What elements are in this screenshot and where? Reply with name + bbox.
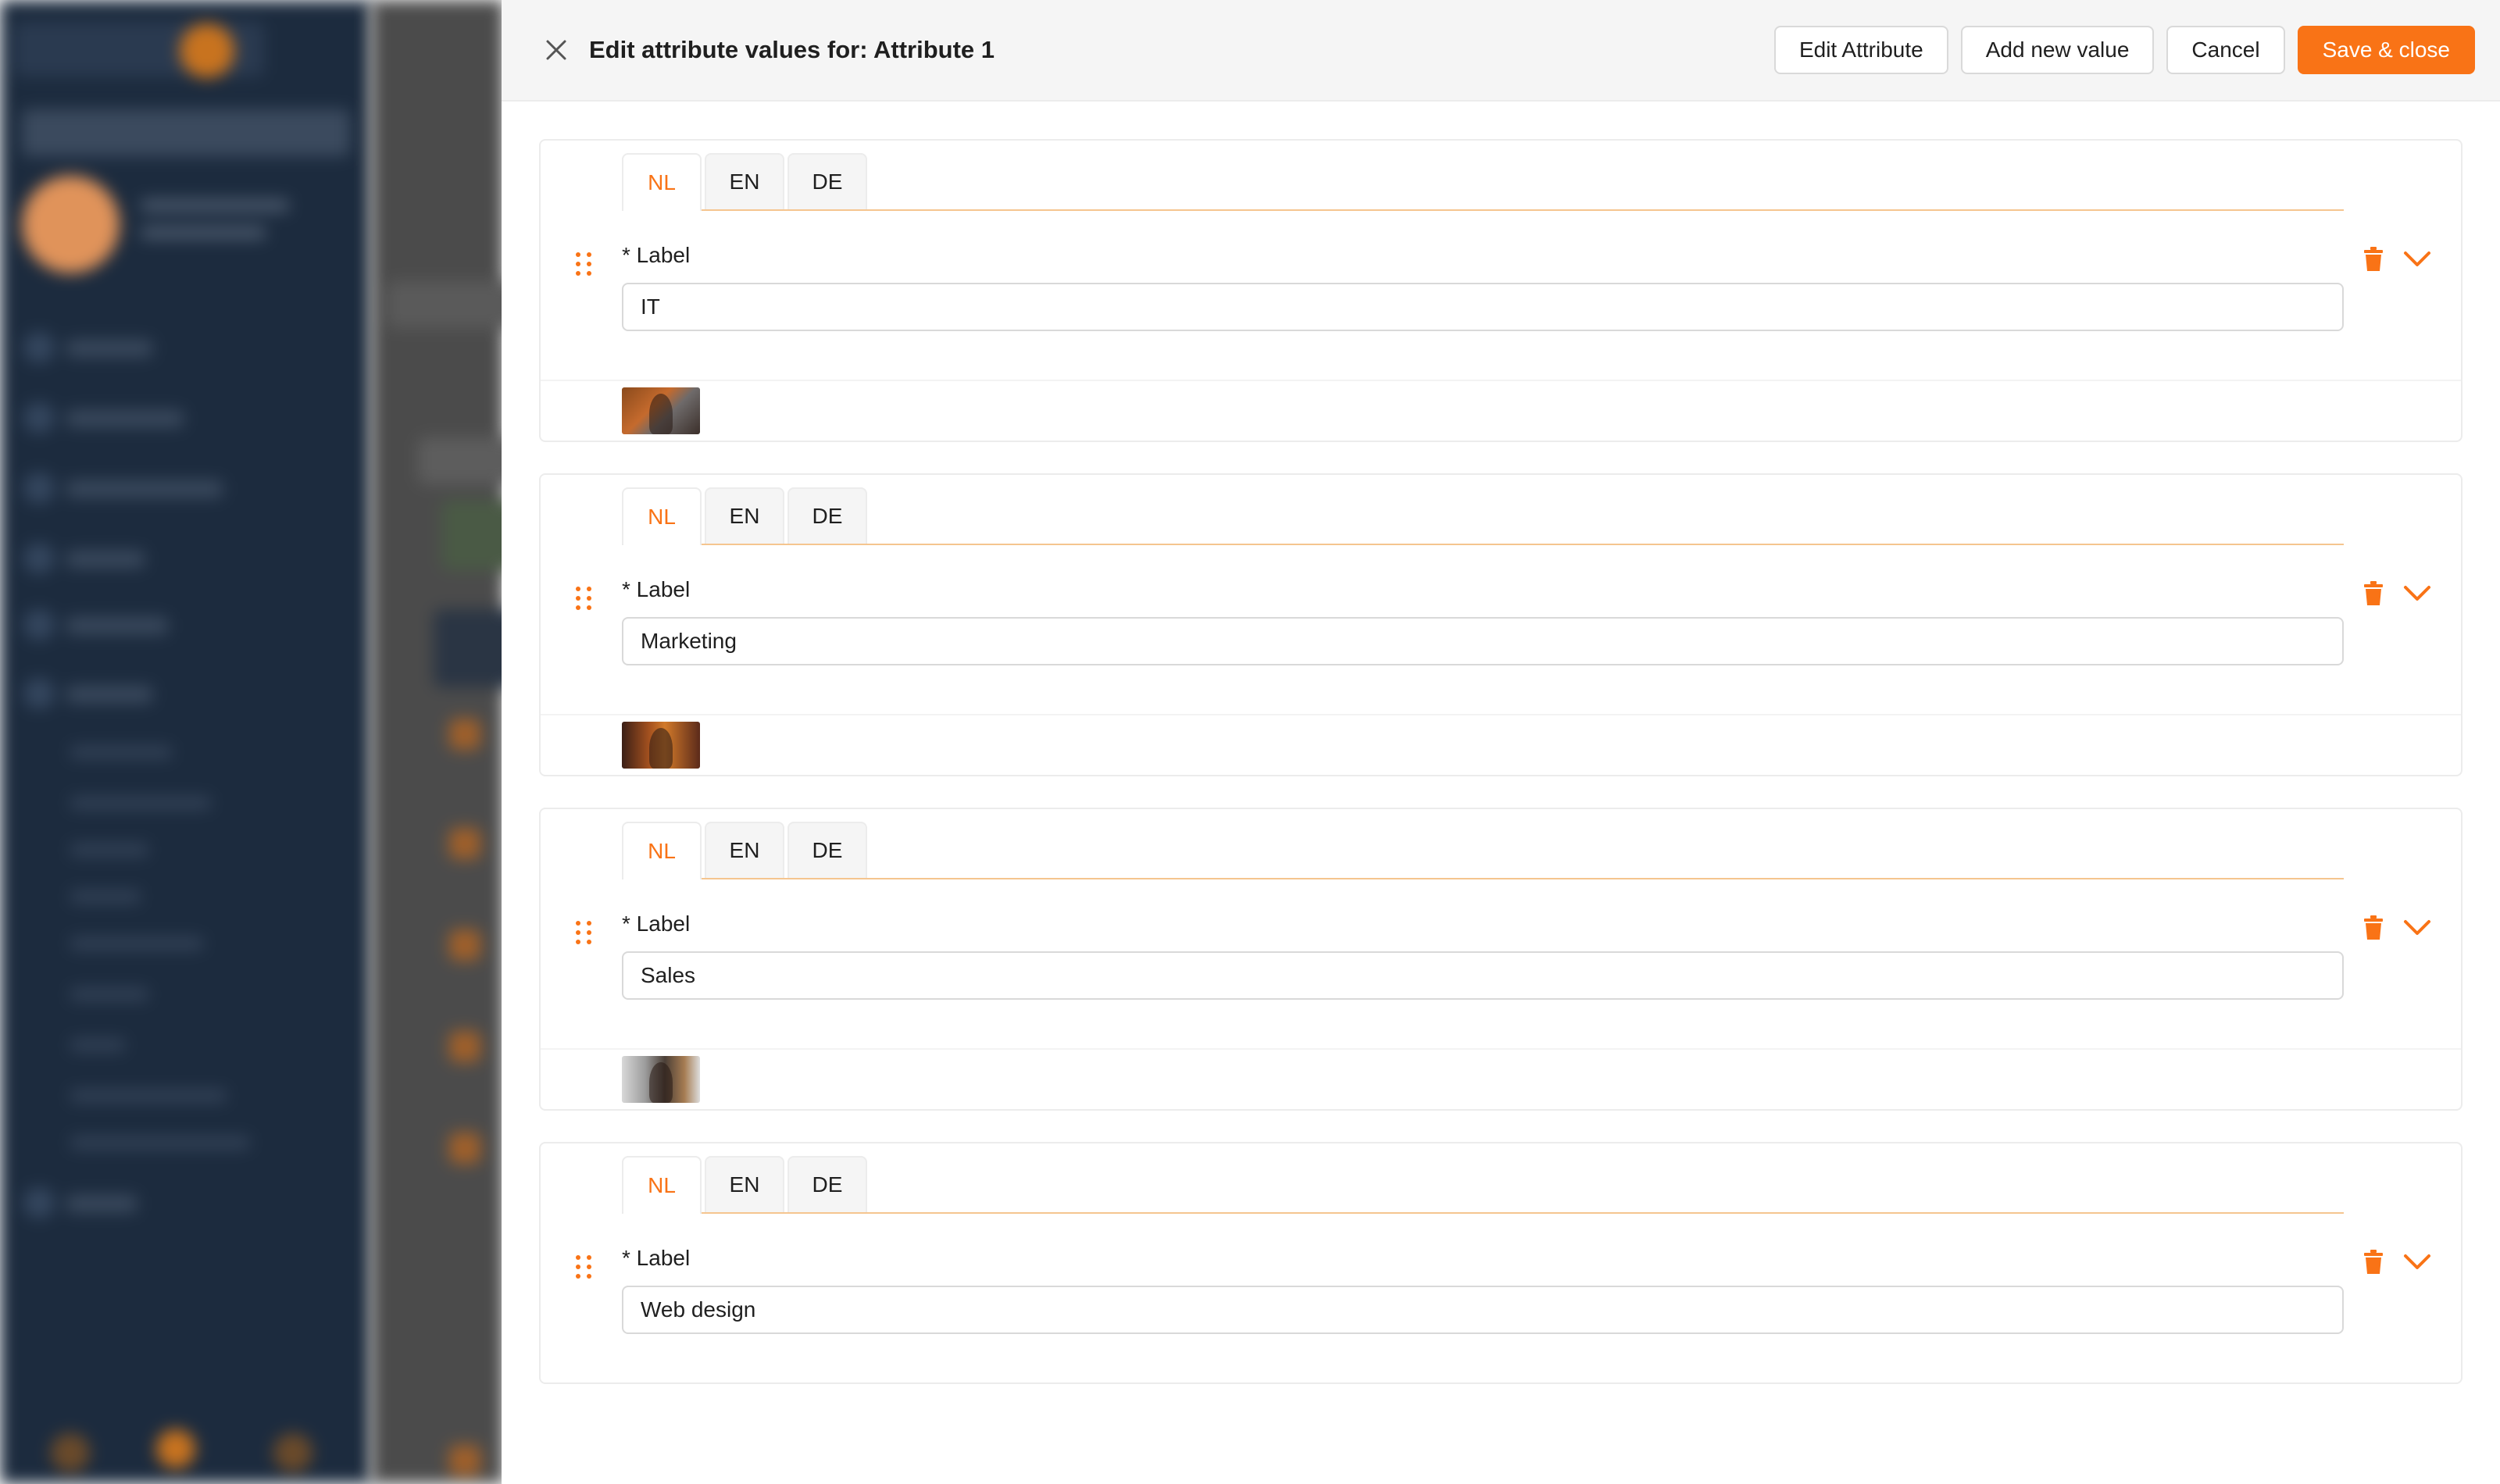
chevron-down-icon[interactable] xyxy=(2400,245,2434,273)
save-and-close-button[interactable]: Save & close xyxy=(2297,26,2475,74)
background-main xyxy=(371,0,502,1484)
tab-en[interactable]: EN xyxy=(705,1156,784,1212)
background-sidebar xyxy=(0,0,371,1484)
tab-de[interactable]: DE xyxy=(788,487,867,544)
value-image-thumbnail[interactable] xyxy=(622,387,700,434)
attribute-value-card: NL EN DE * Label xyxy=(539,139,2462,442)
label-field-label: * Label xyxy=(622,1246,691,1270)
delete-icon[interactable] xyxy=(2359,245,2388,273)
drag-handle-icon[interactable] xyxy=(572,919,595,947)
tab-de[interactable]: DE xyxy=(788,822,867,878)
delete-icon[interactable] xyxy=(2359,1248,2388,1276)
drag-handle-icon[interactable] xyxy=(572,1253,595,1281)
attribute-value-card: NL EN DE * Label xyxy=(539,1142,2462,1384)
drawer-header: Edit attribute values for: Attribute 1 E… xyxy=(502,0,2500,102)
label-field-label: * Label xyxy=(622,577,691,601)
language-tabs: NL EN DE xyxy=(622,822,2344,879)
tab-nl[interactable]: NL xyxy=(622,1156,702,1214)
cancel-button[interactable]: Cancel xyxy=(2166,26,2285,74)
tab-nl[interactable]: NL xyxy=(622,153,702,211)
chevron-down-icon[interactable] xyxy=(2400,1248,2434,1276)
value-image-thumbnail[interactable] xyxy=(622,1056,700,1103)
value-image-thumbnail[interactable] xyxy=(622,722,700,769)
drag-handle-icon[interactable] xyxy=(572,584,595,612)
value-card-content: NL EN DE * Label xyxy=(541,141,2461,331)
label-input[interactable] xyxy=(622,1286,2344,1334)
tab-en[interactable]: EN xyxy=(705,822,784,878)
delete-icon[interactable] xyxy=(2359,580,2388,608)
language-tabs: NL EN DE xyxy=(622,487,2344,545)
attribute-values-list: NLENDE* LabelNLENDE* LabelNLENDE* LabelN… xyxy=(502,102,2500,1384)
language-tabs: NL EN DE xyxy=(622,1156,2344,1214)
close-icon[interactable] xyxy=(541,34,572,66)
language-tabs: NL EN DE xyxy=(622,153,2344,211)
attribute-value-card: NL EN DE * Label xyxy=(539,473,2462,776)
tab-en[interactable]: EN xyxy=(705,153,784,209)
value-image-row xyxy=(541,380,2461,441)
tab-nl[interactable]: NL xyxy=(622,822,702,879)
label-input[interactable] xyxy=(622,617,2344,665)
edit-attribute-values-drawer: Edit attribute values for: Attribute 1 E… xyxy=(502,0,2500,1484)
label-input[interactable] xyxy=(622,951,2344,1000)
chevron-down-icon[interactable] xyxy=(2400,580,2434,608)
label-field-label: * Label xyxy=(622,911,691,936)
value-card-content: NL EN DE * Label xyxy=(541,475,2461,665)
edit-attribute-button[interactable]: Edit Attribute xyxy=(1773,26,1948,74)
tab-de[interactable]: DE xyxy=(788,153,867,209)
attribute-value-card: NL EN DE * Label xyxy=(539,808,2462,1111)
background-app xyxy=(0,0,502,1484)
tab-nl[interactable]: NL xyxy=(622,487,702,545)
add-new-value-button[interactable]: Add new value xyxy=(1960,26,2155,74)
chevron-down-icon[interactable] xyxy=(2400,914,2434,942)
tab-en[interactable]: EN xyxy=(705,487,784,544)
value-card-content: NL EN DE * Label xyxy=(541,809,2461,1000)
value-image-row xyxy=(541,714,2461,775)
tab-de[interactable]: DE xyxy=(788,1156,867,1212)
delete-icon[interactable] xyxy=(2359,914,2388,942)
value-image-row xyxy=(541,1048,2461,1109)
drag-handle-icon[interactable] xyxy=(572,250,595,278)
drawer-title: Edit attribute values for: Attribute 1 xyxy=(589,36,995,63)
label-input[interactable] xyxy=(622,283,2344,331)
label-field-label: * Label xyxy=(622,243,691,267)
value-card-content: NL EN DE * Label xyxy=(541,1143,2461,1334)
